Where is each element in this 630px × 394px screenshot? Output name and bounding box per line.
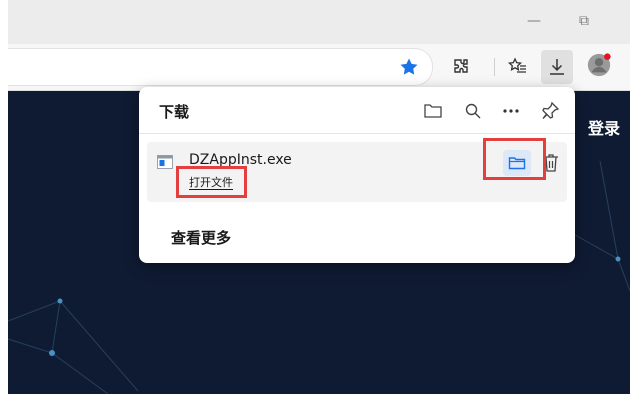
window-edge [0, 0, 8, 394]
panel-divider [139, 133, 575, 134]
download-icon[interactable] [541, 50, 573, 84]
pin-icon[interactable] [538, 99, 562, 123]
see-more-link[interactable]: 查看更多 [171, 227, 231, 248]
open-folder-icon[interactable] [421, 99, 445, 123]
favorite-star-icon[interactable] [396, 54, 422, 80]
profile-avatar[interactable] [586, 52, 612, 78]
exe-file-icon [157, 154, 173, 169]
highlight-folder-button [483, 138, 546, 180]
title-bar: — ⧉ [8, 0, 630, 44]
restore-button[interactable]: ⧉ [570, 10, 598, 32]
downloads-title: 下载 [159, 103, 190, 121]
toolbar-separator [494, 58, 495, 76]
highlight-open-file [176, 166, 247, 198]
search-icon[interactable] [461, 99, 485, 123]
address-bar[interactable] [8, 48, 433, 86]
favorites-icon[interactable] [505, 54, 531, 80]
login-link[interactable]: 登录 [588, 115, 620, 139]
browser-toolbar [8, 44, 630, 91]
minimize-button[interactable]: — [520, 10, 548, 32]
extensions-icon[interactable] [448, 54, 474, 80]
more-icon[interactable] [499, 99, 523, 123]
